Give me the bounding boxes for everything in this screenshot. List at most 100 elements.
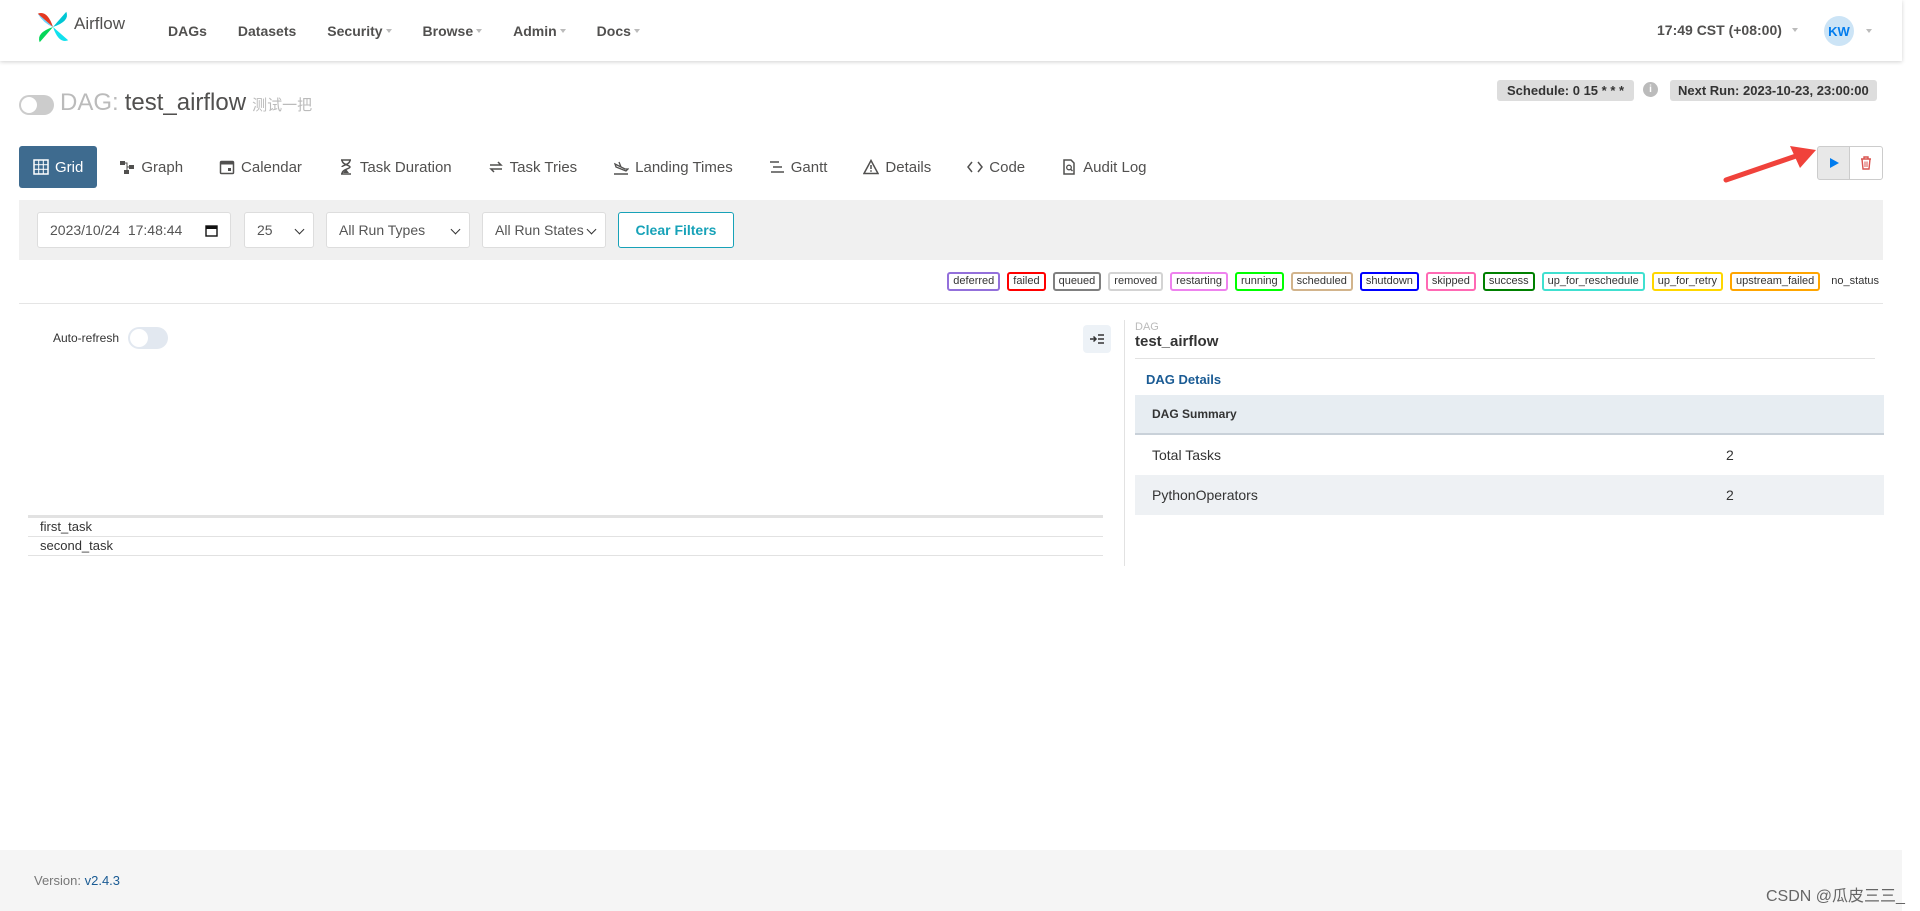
brand-name: Airflow [74, 14, 126, 33]
schedule-badge: Schedule: 0 15 * * * [1497, 80, 1635, 101]
summary-key: Total Tasks [1152, 447, 1221, 463]
tab-calendar[interactable]: Calendar [205, 146, 316, 188]
num-runs-value: 25 [257, 222, 273, 238]
dag-pause-toggle[interactable] [19, 95, 54, 115]
auto-refresh-label: Auto-refresh [53, 331, 120, 345]
caret-down-icon [1791, 28, 1798, 32]
tab-gantt[interactable]: Gantt [755, 146, 842, 188]
nav-browse[interactable]: Browse [423, 23, 483, 39]
nav-datasets[interactable]: Datasets [238, 23, 296, 39]
dag-name[interactable]: test_airflow [125, 89, 246, 117]
collapse-arrow-icon [1090, 334, 1104, 344]
tab-grid-label: Grid [55, 158, 84, 176]
status-no-status[interactable]: no_status [1827, 274, 1883, 289]
next-run-badge: Next Run: 2023-10-23, 23:00:00 [1670, 80, 1877, 101]
tab-graph-label: Graph [141, 158, 184, 176]
top-navbar: Airflow DAGs Datasets Security Browse Ad… [0, 0, 1902, 61]
view-tabs: Grid Graph Calendar Task Duration Task T… [19, 146, 1169, 188]
status-failed[interactable]: failed [1007, 272, 1046, 291]
base-date-input[interactable]: 2023/10/24 17:48:44 [37, 212, 231, 248]
tab-audit-log-label: Audit Log [1083, 158, 1147, 176]
trigger-dag-button[interactable] [1817, 146, 1850, 180]
info-icon[interactable]: i [1643, 82, 1658, 97]
nav-docs[interactable]: Docs [597, 23, 640, 39]
run-type-select[interactable]: All Run Types [326, 212, 470, 248]
task-row[interactable]: second_task [28, 537, 1103, 556]
run-state-select[interactable]: All Run States [482, 212, 606, 248]
status-removed[interactable]: removed [1108, 272, 1164, 291]
collapse-details-button[interactable] [1083, 325, 1111, 353]
num-runs-select[interactable]: 25 [244, 212, 314, 248]
tab-graph[interactable]: Graph [105, 146, 197, 188]
delete-dag-button[interactable] [1849, 146, 1883, 180]
dag-details-link[interactable]: DAG Details [1146, 372, 1221, 387]
caret-down-icon[interactable] [1866, 29, 1872, 33]
nav-dags[interactable]: DAGs [168, 23, 207, 39]
summary-key: PythonOperators [1152, 487, 1258, 503]
nav-browse-label: Browse [422, 22, 474, 39]
brand[interactable]: Airflow [34, 8, 125, 46]
version-value[interactable]: v2.4.3 [85, 873, 120, 888]
tab-grid[interactable]: Grid [19, 146, 98, 188]
caret-down-icon [559, 28, 566, 33]
tab-audit-log[interactable]: Audit Log [1047, 146, 1160, 188]
nav-menu: DAGs Datasets Security Browse Admin Docs [168, 0, 671, 61]
tab-task-duration[interactable]: Task Duration [324, 146, 466, 188]
status-up-for-reschedule[interactable]: up_for_reschedule [1541, 272, 1645, 291]
warning-triangle-icon [863, 159, 880, 175]
task-name: second_task [40, 538, 113, 553]
landing-icon [613, 159, 630, 175]
tab-calendar-label: Calendar [241, 158, 302, 176]
nav-admin[interactable]: Admin [513, 23, 566, 39]
status-success[interactable]: success [1482, 272, 1535, 291]
tab-details[interactable]: Details [849, 146, 945, 188]
nav-dags-label: DAGs [168, 22, 207, 39]
calendar-icon [219, 159, 235, 175]
dag-description: 测试一把 [252, 97, 313, 114]
status-running[interactable]: running [1234, 272, 1284, 291]
base-date-value: 2023/10/24 17:48:44 [50, 222, 183, 238]
divider [19, 303, 1883, 304]
calendar-picker-icon[interactable] [205, 224, 218, 237]
retry-icon [488, 159, 504, 175]
timezone-dropdown[interactable]: 17:49 CST (+08:00) [1657, 22, 1798, 38]
nav-docs-label: Docs [596, 22, 631, 39]
caret-down-icon [633, 28, 640, 33]
nav-datasets-label: Datasets [237, 22, 297, 39]
run-type-value: All Run Types [339, 222, 426, 238]
status-scheduled[interactable]: scheduled [1290, 272, 1353, 291]
status-restarting[interactable]: restarting [1170, 272, 1228, 291]
user-avatar[interactable]: KW [1824, 16, 1854, 46]
task-name: first_task [40, 519, 93, 534]
status-upstream-failed[interactable]: upstream_failed [1730, 272, 1821, 291]
tab-landing-times[interactable]: Landing Times [599, 146, 747, 188]
status-shutdown[interactable]: shutdown [1359, 272, 1419, 291]
summary-row: Total Tasks 2 [1135, 435, 1884, 475]
summary-value: 2 [1726, 487, 1734, 503]
annotation-arrow-icon [1723, 146, 1816, 183]
timezone-label: 17:49 CST (+08:00) [1657, 22, 1782, 38]
dag-title: DAG: test_airflow 测试一把 [60, 89, 312, 117]
hourglass-icon [338, 159, 354, 175]
tab-gantt-label: Gantt [790, 158, 828, 176]
tab-task-tries[interactable]: Task Tries [474, 146, 592, 188]
caret-down-icon [385, 28, 392, 33]
chevron-down-icon [586, 224, 597, 235]
status-deferred[interactable]: deferred [947, 272, 1001, 291]
status-up-for-retry[interactable]: up_for_retry [1651, 272, 1724, 291]
status-queued[interactable]: queued [1052, 272, 1102, 291]
status-skipped[interactable]: skipped [1425, 272, 1476, 291]
audit-log-icon [1061, 159, 1077, 175]
clear-filters-button[interactable]: Clear Filters [618, 212, 734, 248]
details-breadcrumb-label: DAG [1135, 321, 1159, 333]
tab-task-tries-label: Task Tries [509, 158, 578, 176]
tab-code[interactable]: Code [953, 146, 1039, 188]
nav-security[interactable]: Security [327, 23, 392, 39]
play-icon [1829, 158, 1839, 168]
panel-divider [1124, 320, 1125, 566]
auto-refresh-toggle[interactable] [128, 327, 168, 349]
status-legend: deferred failed queued removed restarting run… [940, 272, 1883, 291]
graph-icon [119, 159, 135, 175]
summary-row: PythonOperators 2 [1135, 475, 1884, 515]
task-row[interactable]: first_task [28, 518, 1103, 537]
